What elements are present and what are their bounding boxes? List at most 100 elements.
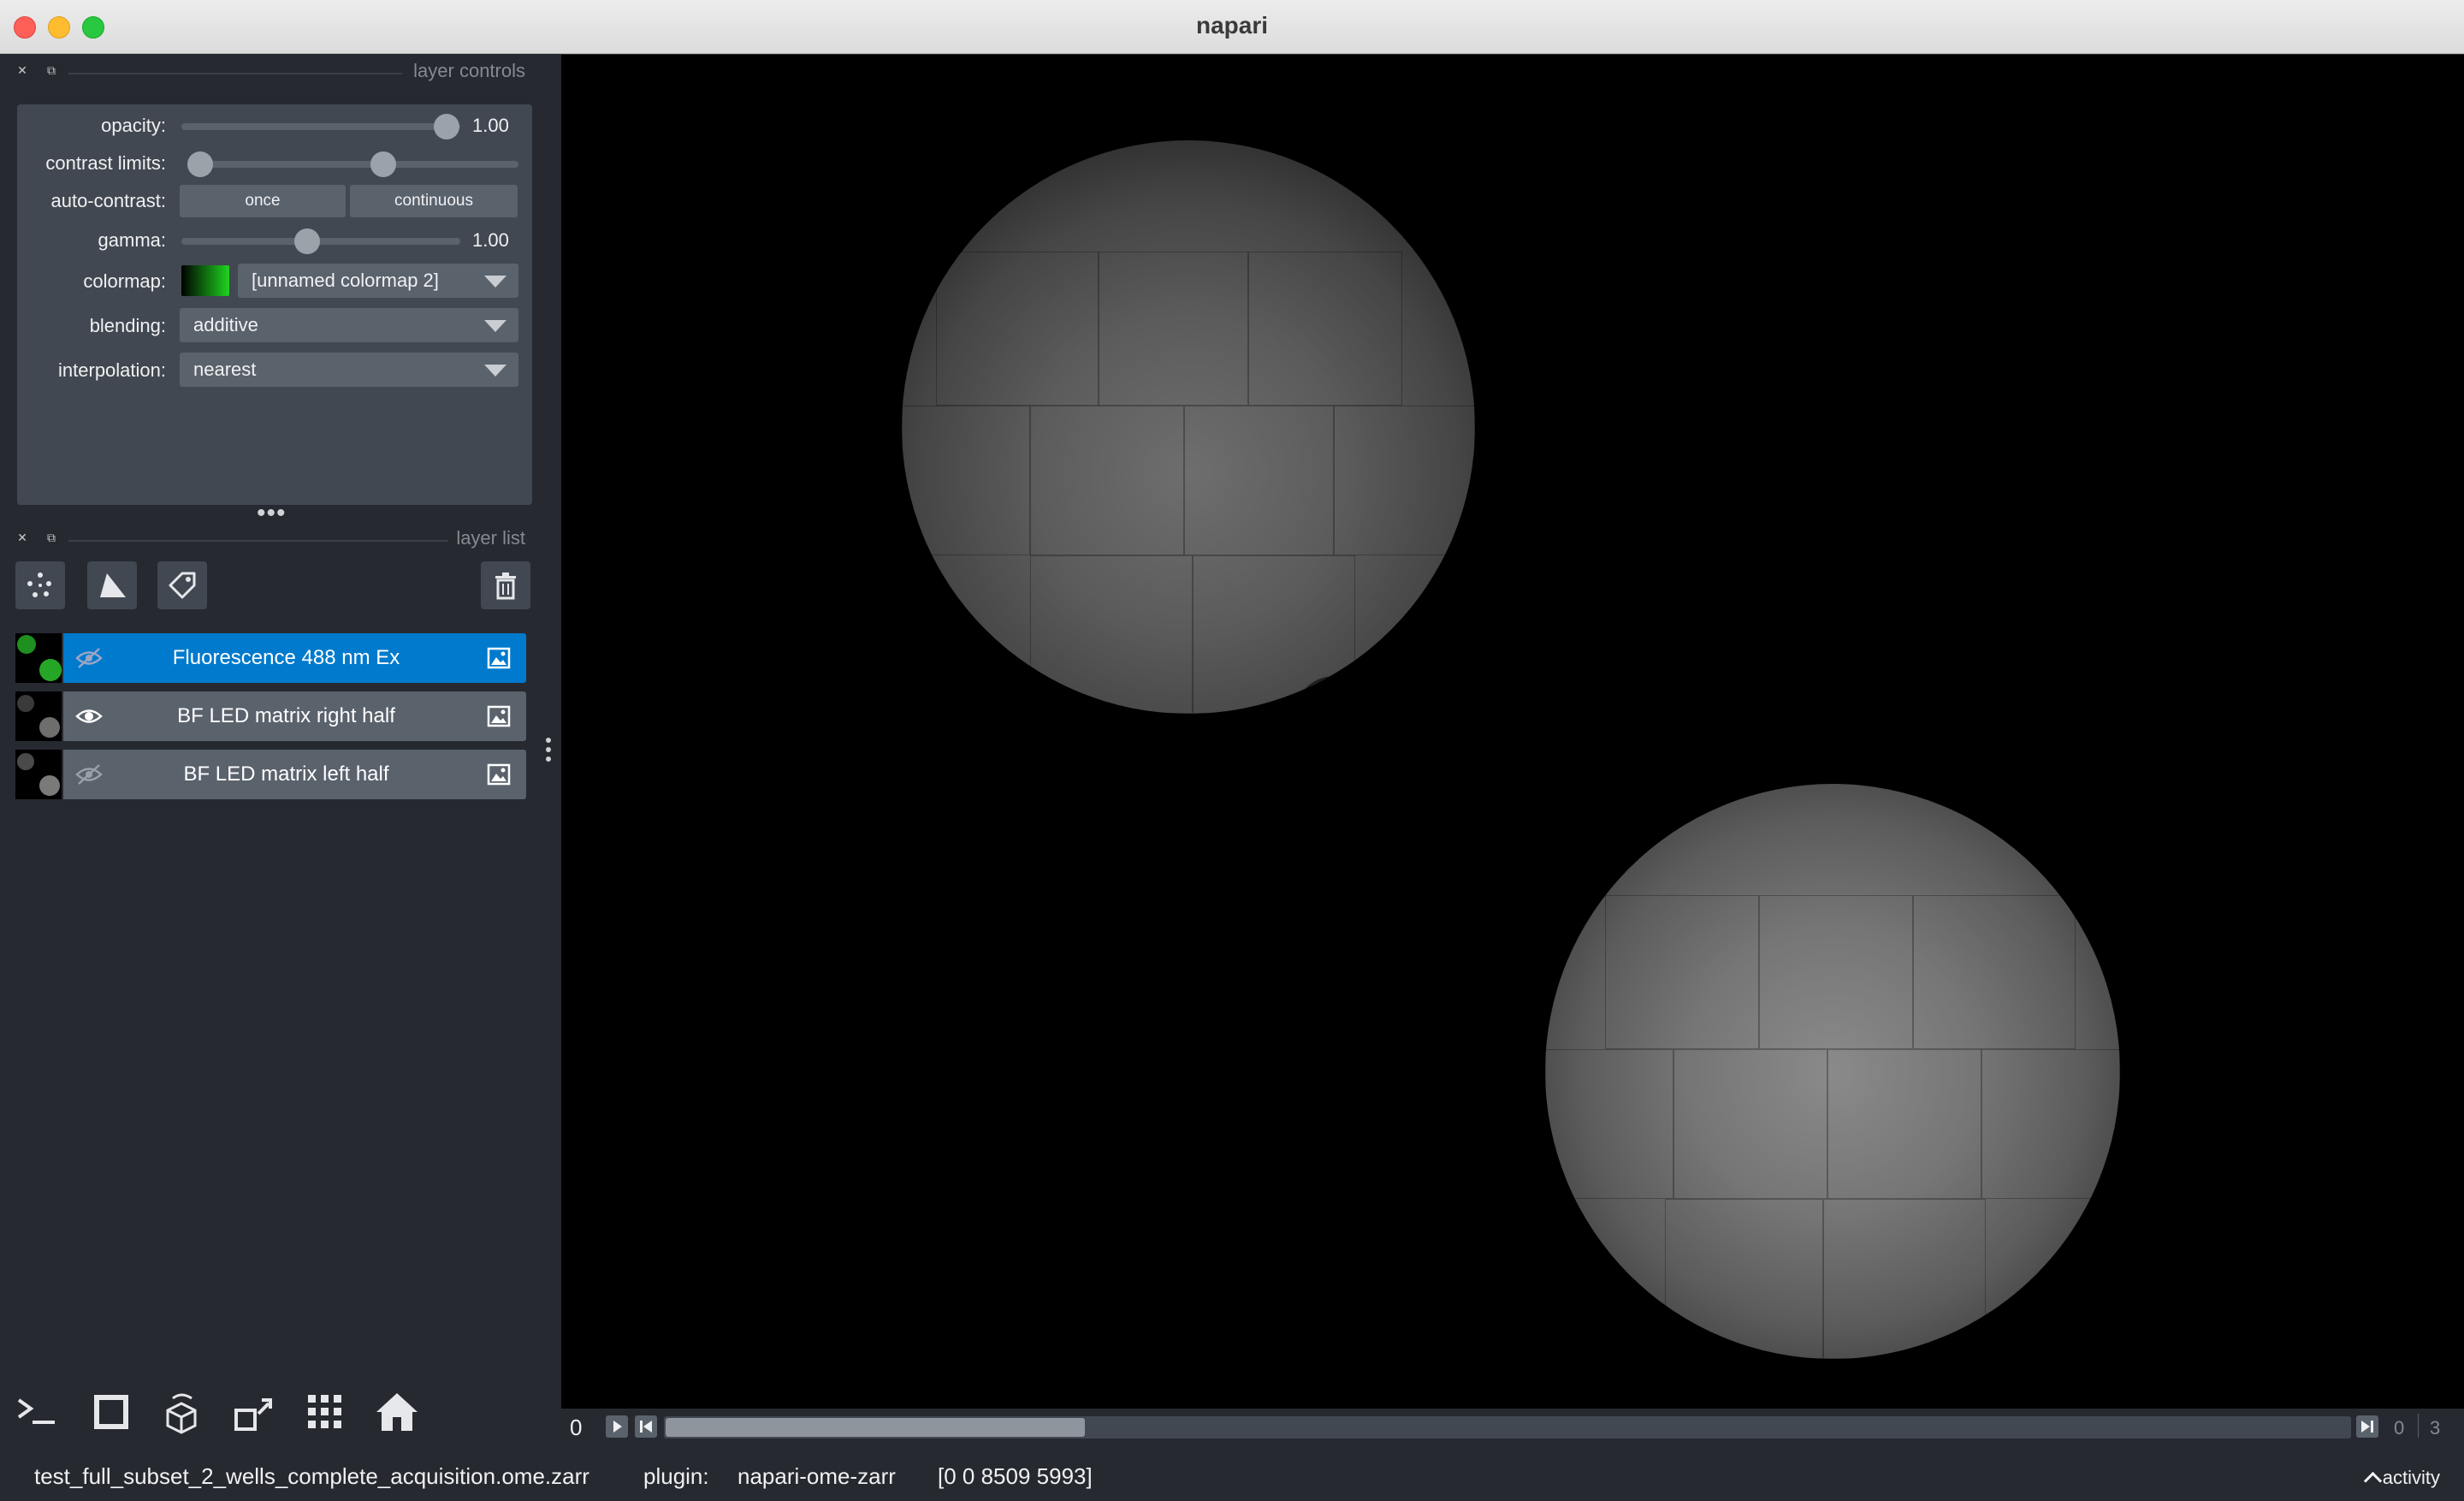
contrast-limit-high-handle[interactable] [370, 151, 396, 177]
gamma-slider-handle[interactable] [293, 228, 320, 254]
opacity-value: 1.00 [472, 115, 509, 136]
contrast-limits-slider[interactable] [187, 151, 518, 177]
dock-close-icon[interactable]: ✕ [15, 63, 29, 77]
trash-icon [495, 573, 516, 600]
layer-thumbnail [15, 691, 62, 741]
grid-icon [308, 1395, 341, 1428]
status-file-name: test_full_subset_2_wells_complete_acquis… [34, 1463, 589, 1489]
well-image [1545, 784, 2120, 1359]
dims-current-index: 0 [570, 1415, 583, 1440]
chevron-down-icon [484, 365, 506, 377]
activity-label: activity [2382, 1467, 2440, 1488]
points-icon [27, 573, 51, 597]
console-button[interactable] [14, 1388, 62, 1436]
layer-list-header: ✕ ⧉ layer list [15, 527, 525, 553]
dock-divider [68, 73, 402, 74]
viewer-canvas[interactable] [561, 55, 2464, 1409]
roll-dims-button[interactable] [157, 1388, 205, 1436]
skip-start-icon [640, 1421, 652, 1433]
image-layer-icon [487, 647, 511, 669]
transpose-icon [234, 1398, 272, 1431]
colormap-value: [unnamed colormap 2] [252, 270, 439, 291]
ndisplay-2d-button[interactable] [87, 1388, 135, 1436]
home-icon [376, 1393, 418, 1431]
cube-rotate-icon [166, 1393, 197, 1434]
chevron-down-icon [484, 320, 506, 332]
layer-name[interactable]: Fluorescence 488 nm Ex [115, 633, 458, 683]
layer-name[interactable]: BF LED matrix left half [115, 750, 458, 799]
interpolation-label: interpolation: [58, 359, 166, 381]
layer-list-title: layer list [456, 527, 525, 549]
blending-value: additive [193, 314, 258, 335]
auto-contrast-once-button[interactable]: once [180, 185, 346, 217]
shapes-icon [100, 573, 126, 597]
grid-view-button[interactable] [301, 1388, 349, 1436]
activity-button[interactable]: activity [2363, 1467, 2440, 1491]
opacity-slider[interactable] [181, 114, 460, 139]
image-layer-icon [487, 705, 511, 727]
gamma-value: 1.00 [472, 229, 509, 251]
colormap-label: colormap: [83, 270, 166, 292]
contrast-limits-label: contrast limits: [45, 152, 166, 174]
dims-slider-handle[interactable] [666, 1418, 1085, 1437]
layer-item-bf-right[interactable]: BF LED matrix right half [15, 691, 526, 741]
interpolation-dropdown[interactable]: nearest [180, 353, 518, 387]
transpose-dims-button[interactable] [229, 1388, 277, 1436]
eye-closed-icon[interactable] [75, 763, 103, 786]
layer-controls-panel: opacity: 1.00 contrast limits: auto-cont… [17, 104, 532, 505]
opacity-label: opacity: [101, 115, 166, 136]
play-button[interactable] [606, 1415, 628, 1438]
well-image [902, 140, 1475, 714]
new-labels-layer-button[interactable] [157, 561, 207, 609]
home-button[interactable] [373, 1388, 421, 1436]
dock-float-icon[interactable]: ⧉ [44, 63, 58, 77]
layer-controls-title: layer controls [413, 60, 525, 81]
chevron-up-icon [2363, 1471, 2382, 1491]
status-plugin-name: napari-ome-zarr [737, 1463, 896, 1489]
image-layer-icon [487, 763, 511, 786]
skip-end-button[interactable] [2356, 1415, 2378, 1438]
title-bar: napari [0, 0, 2464, 54]
terminal-icon [17, 1398, 55, 1424]
layer-thumbnail [15, 750, 62, 799]
square-icon [94, 1395, 128, 1429]
gamma-slider[interactable] [181, 228, 460, 254]
contrast-limit-low-handle[interactable] [187, 151, 213, 177]
eye-closed-icon[interactable] [75, 647, 103, 669]
status-bar: test_full_subset_2_wells_complete_acquis… [0, 1457, 2464, 1501]
delete-layer-button[interactable] [481, 561, 530, 609]
dock-divider [68, 540, 448, 542]
dims-frame-value[interactable]: 0 [2394, 1417, 2404, 1439]
dock-splitter-handle[interactable]: ••• [257, 501, 287, 526]
colormap-swatch [181, 265, 229, 296]
auto-contrast-label: auto-contrast: [50, 190, 166, 211]
layer-name[interactable]: BF LED matrix right half [115, 691, 458, 741]
gamma-label: gamma: [98, 229, 166, 251]
blending-label: blending: [89, 315, 166, 336]
dims-separator [2418, 1414, 2419, 1438]
dock-float-icon[interactable]: ⧉ [44, 531, 58, 544]
dock-resize-handle[interactable] [546, 738, 553, 766]
skip-end-icon [2361, 1421, 2373, 1433]
opacity-slider-handle[interactable] [433, 114, 459, 139]
auto-contrast-continuous-button[interactable]: continuous [350, 185, 518, 217]
layer-item-bf-left[interactable]: BF LED matrix left half [15, 750, 526, 799]
window-title: napari [1195, 12, 1269, 39]
dims-slider[interactable] [664, 1416, 2351, 1439]
dock-close-icon[interactable]: ✕ [15, 531, 29, 544]
chevron-down-icon [484, 276, 506, 288]
blending-dropdown[interactable]: additive [180, 308, 518, 342]
new-shapes-layer-button[interactable] [87, 561, 137, 609]
colormap-dropdown[interactable]: [unnamed colormap 2] [238, 264, 518, 298]
layer-thumbnail [15, 633, 62, 683]
dims-total-value: 3 [2430, 1417, 2441, 1439]
status-plugin-label: plugin: [643, 1463, 709, 1489]
layer-controls-header: ✕ ⧉ layer controls [15, 60, 525, 86]
new-points-layer-button[interactable] [15, 561, 65, 609]
eye-open-icon[interactable] [75, 705, 103, 727]
interpolation-value: nearest [193, 359, 257, 380]
layer-item-fluorescence[interactable]: Fluorescence 488 nm Ex [15, 633, 526, 683]
status-coordinates: [0 0 8509 5993] [938, 1463, 1093, 1489]
label-tag-icon [169, 572, 196, 599]
skip-start-button[interactable] [635, 1415, 657, 1438]
